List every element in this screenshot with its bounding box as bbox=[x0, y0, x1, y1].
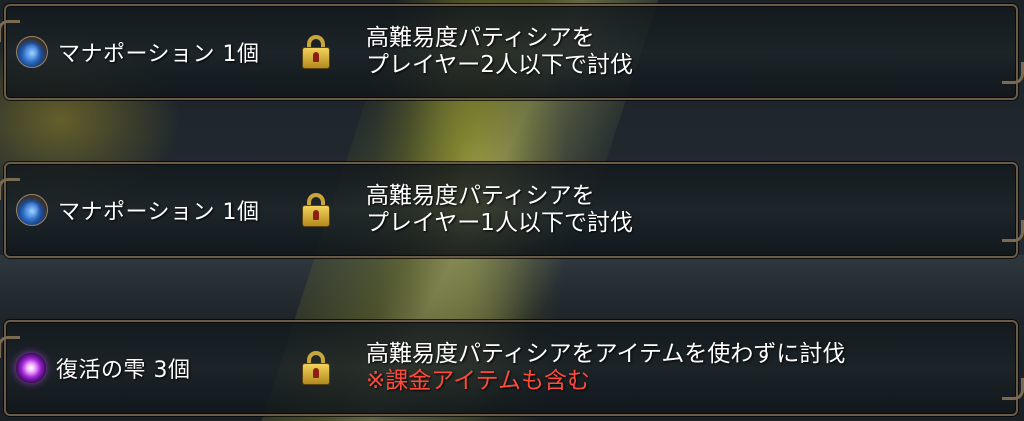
condition-line: 高難易度パティシアを bbox=[366, 25, 595, 51]
reward-label: マナポーション 1個 bbox=[58, 42, 260, 67]
padlock-icon bbox=[302, 35, 330, 69]
reward: マナポーション 1個 bbox=[16, 36, 260, 68]
padlock-icon bbox=[302, 193, 330, 227]
mission-condition: 高難易度パティシアをアイテムを使わずに討伐 ※課金アイテムも含む bbox=[366, 341, 845, 395]
mission-row[interactable]: 復活の雫 3個 高難易度パティシアをアイテムを使わずに討伐 ※課金アイテムも含む bbox=[0, 320, 1024, 416]
condition-line: プレイヤー1人以下で討伐 bbox=[366, 210, 633, 236]
padlock-icon bbox=[302, 351, 330, 385]
condition-line: プレイヤー2人以下で討伐 bbox=[366, 52, 633, 78]
mission-condition: 高難易度パティシアを プレイヤー1人以下で討伐 bbox=[366, 183, 633, 237]
reward-label: 復活の雫 3個 bbox=[56, 358, 191, 383]
mana-potion-icon bbox=[16, 36, 48, 68]
revival-drop-icon bbox=[16, 353, 46, 383]
reward: マナポーション 1個 bbox=[16, 194, 260, 226]
reward-label: マナポーション 1個 bbox=[58, 200, 260, 225]
mana-potion-icon bbox=[16, 194, 48, 226]
mission-row[interactable]: マナポーション 1個 高難易度パティシアを プレイヤー2人以下で討伐 bbox=[0, 4, 1024, 100]
mission-condition: 高難易度パティシアを プレイヤー2人以下で討伐 bbox=[366, 25, 633, 79]
mission-row[interactable]: マナポーション 1個 高難易度パティシアを プレイヤー1人以下で討伐 bbox=[0, 162, 1024, 258]
condition-note: ※課金アイテムも含む bbox=[366, 368, 590, 394]
condition-line: 高難易度パティシアを bbox=[366, 183, 595, 209]
reward: 復活の雫 3個 bbox=[16, 352, 191, 384]
condition-line: 高難易度パティシアをアイテムを使わずに討伐 bbox=[366, 341, 846, 367]
